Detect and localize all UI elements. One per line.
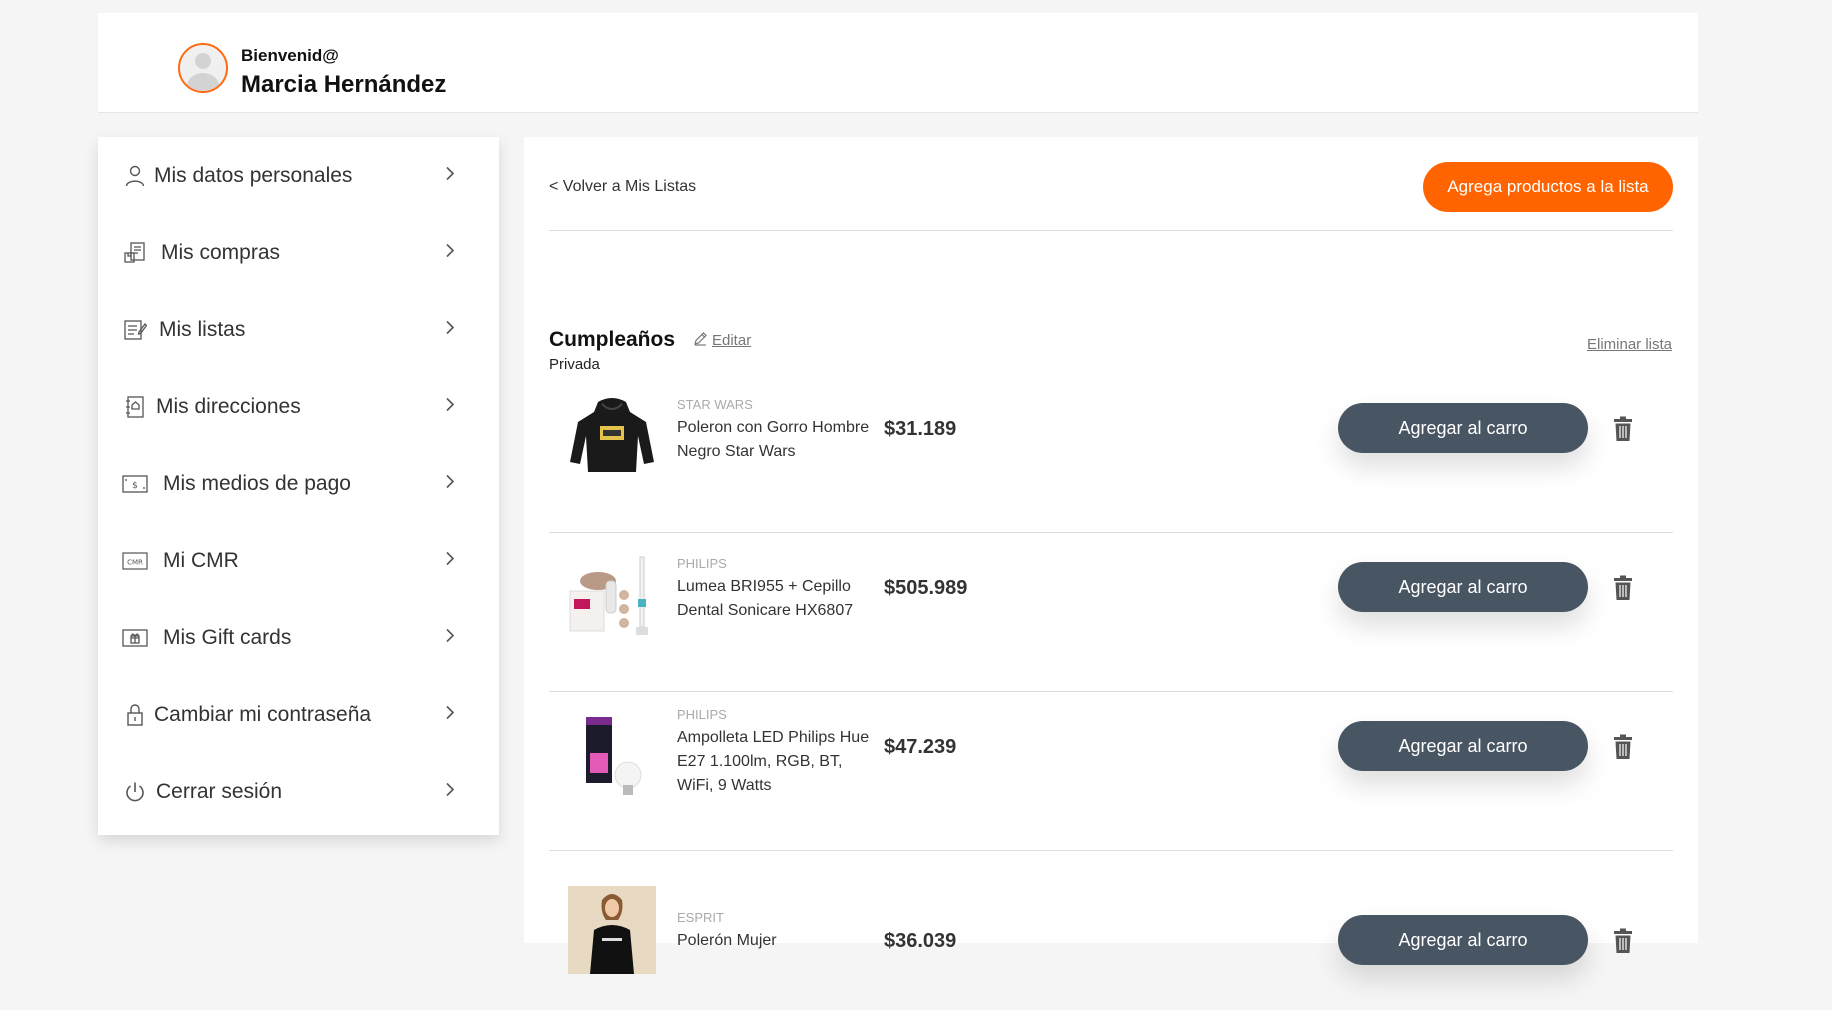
- product-price: $47.239: [884, 736, 957, 758]
- svg-text:CMR: CMR: [127, 558, 143, 566]
- edit-label: Editar: [712, 332, 752, 349]
- add-to-cart-button[interactable]: Agregar al carro: [1338, 562, 1588, 612]
- sidebar-item-label: Mis compras: [161, 240, 281, 264]
- add-to-cart-button[interactable]: Agregar al carro: [1338, 915, 1588, 965]
- chevron-right-icon: [445, 319, 455, 340]
- product-info: ESPRIT Polerón Mujer: [677, 910, 877, 953]
- trash-icon[interactable]: [1612, 416, 1634, 447]
- welcome-header: Bienvenid@ Marcia Hernández: [98, 13, 1698, 113]
- product-image-hue-bulb[interactable]: [568, 713, 656, 801]
- chevron-right-icon: [445, 165, 455, 186]
- list-title: Cumpleaños: [549, 328, 676, 351]
- product-info: STAR WARS Poleron con Gorro Hombre Negro…: [677, 397, 877, 464]
- gift-card-icon: [122, 625, 148, 651]
- pencil-icon: [693, 331, 708, 350]
- svg-text:$: $: [132, 481, 138, 491]
- sidebar-item-cmr[interactable]: CMR Mi CMR: [98, 522, 499, 599]
- list-icon: [122, 317, 148, 343]
- trash-icon[interactable]: [1612, 928, 1634, 959]
- chevron-right-icon: [445, 627, 455, 648]
- divider: [549, 230, 1673, 231]
- product-brand: STAR WARS: [677, 397, 753, 412]
- avatar: [178, 43, 228, 93]
- product-image-hoodie[interactable]: [568, 392, 656, 480]
- user-name: Marcia Hernández: [241, 71, 447, 98]
- sidebar-item-payment-methods[interactable]: $ Mis medios de pago: [98, 445, 499, 522]
- sidebar-item-purchases[interactable]: Mis compras: [98, 214, 499, 291]
- list-item: PHILIPS Lumea BRI955 + Cepillo Dental So…: [549, 533, 1673, 692]
- product-image-sweater[interactable]: [568, 886, 656, 974]
- list-item: STAR WARS Poleron con Gorro Hombre Negro…: [549, 374, 1673, 533]
- back-to-lists-link[interactable]: < Volver a Mis Listas: [549, 178, 696, 196]
- product-price: $31.189: [884, 418, 957, 440]
- list-detail-panel: < Volver a Mis Listas Agrega productos a…: [524, 137, 1698, 974]
- cmr-card-icon: CMR: [122, 548, 148, 574]
- product-brand: PHILIPS: [677, 707, 727, 722]
- sidebar-item-label: Cerrar sesión: [156, 779, 283, 803]
- sidebar-item-personal-data[interactable]: Mis datos personales: [98, 137, 499, 214]
- edit-list-link[interactable]: Editar: [693, 331, 751, 350]
- chevron-right-icon: [445, 396, 455, 417]
- product-brand: ESPRIT: [677, 910, 724, 925]
- purchases-icon: [122, 240, 148, 266]
- sidebar-item-logout[interactable]: Cerrar sesión: [98, 753, 499, 830]
- sidebar-item-gift-cards[interactable]: Mis Gift cards: [98, 599, 499, 676]
- greeting-text: Bienvenid@: [241, 46, 339, 65]
- chevron-right-icon: [445, 550, 455, 571]
- list-item: ESPRIT Polerón Mujer $36.039 Agregar al …: [549, 851, 1673, 1010]
- sidebar-item-addresses[interactable]: Mis direcciones: [98, 368, 499, 445]
- trash-icon[interactable]: [1612, 734, 1634, 765]
- trash-icon[interactable]: [1612, 575, 1634, 606]
- product-name[interactable]: Poleron con Gorro Hombre Negro Star Wars: [677, 416, 877, 464]
- sidebar-item-label: Cambiar mi contraseña: [154, 702, 372, 726]
- product-info: PHILIPS Lumea BRI955 + Cepillo Dental So…: [677, 556, 877, 623]
- product-brand: PHILIPS: [677, 556, 727, 571]
- account-sidebar: Mis datos personales Mis compras Mis lis…: [98, 137, 499, 835]
- user-icon: [122, 163, 148, 189]
- chevron-right-icon: [445, 704, 455, 725]
- product-info: PHILIPS Ampolleta LED Philips Hue E27 1.…: [677, 707, 877, 798]
- sidebar-item-lists[interactable]: Mis listas: [98, 291, 499, 368]
- list-privacy: Privada: [549, 356, 600, 373]
- product-price: $505.989: [884, 577, 968, 599]
- lock-icon: [122, 702, 148, 728]
- sidebar-item-label: Mis datos personales: [154, 163, 353, 187]
- delete-list-link[interactable]: Eliminar lista: [1587, 336, 1672, 353]
- add-products-button[interactable]: Agrega productos a la lista: [1423, 162, 1673, 212]
- add-to-cart-button[interactable]: Agregar al carro: [1338, 403, 1588, 453]
- sidebar-item-label: Mis Gift cards: [163, 625, 292, 649]
- product-price: $36.039: [884, 930, 957, 952]
- product-name[interactable]: Polerón Mujer: [677, 929, 877, 953]
- list-item: PHILIPS Ampolleta LED Philips Hue E27 1.…: [549, 692, 1673, 851]
- product-name[interactable]: Lumea BRI955 + Cepillo Dental Sonicare H…: [677, 575, 877, 623]
- sidebar-item-label: Mi CMR: [163, 548, 239, 572]
- address-book-icon: [122, 394, 148, 420]
- chevron-right-icon: [445, 473, 455, 494]
- chevron-right-icon: [445, 781, 455, 802]
- sidebar-item-label: Mis listas: [159, 317, 246, 341]
- power-icon: [122, 779, 148, 805]
- product-name[interactable]: Ampolleta LED Philips Hue E27 1.100lm, R…: [677, 726, 877, 798]
- payment-icon: $: [122, 471, 148, 497]
- sidebar-item-label: Mis direcciones: [156, 394, 301, 418]
- sidebar-item-change-password[interactable]: Cambiar mi contraseña: [98, 676, 499, 753]
- sidebar-item-label: Mis medios de pago: [163, 471, 351, 495]
- chevron-right-icon: [445, 242, 455, 263]
- product-image-lumea-set[interactable]: [568, 551, 656, 639]
- add-to-cart-button[interactable]: Agregar al carro: [1338, 721, 1588, 771]
